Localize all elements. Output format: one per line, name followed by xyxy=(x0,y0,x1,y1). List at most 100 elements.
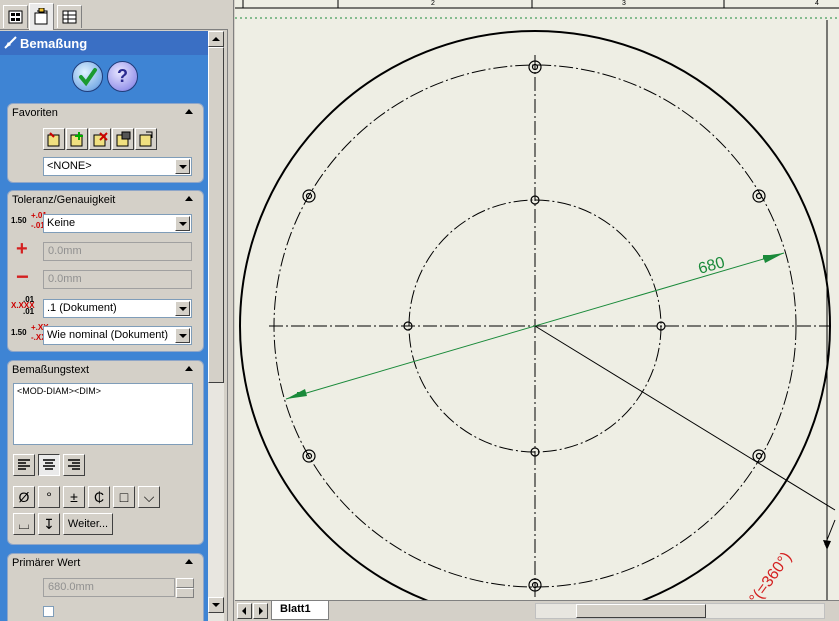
angle-dimension[interactable]: °(=360°) xyxy=(746,519,836,600)
collapse-arrow-icon[interactable] xyxy=(185,109,193,114)
chevron-down-icon[interactable] xyxy=(175,216,190,231)
minus-icon: − xyxy=(16,264,29,289)
align-right-button[interactable] xyxy=(63,454,85,476)
horizontal-scrollbar[interactable] xyxy=(535,603,825,619)
align-center-icon xyxy=(43,459,55,470)
align-left-button[interactable] xyxy=(13,454,35,476)
primaer-title: Primärer Wert xyxy=(12,557,81,569)
favoriten-group: Favoriten <NONE> xyxy=(7,103,204,183)
configuration-manager-icon xyxy=(62,10,77,24)
delete-favorite-icon xyxy=(93,132,108,147)
tolerance-type-select[interactable]: Keine xyxy=(43,214,192,233)
dimension-value[interactable]: 680 xyxy=(696,254,726,278)
chevron-down-icon[interactable] xyxy=(175,159,190,174)
collapse-arrow-icon[interactable] xyxy=(185,559,193,564)
spin-down-button[interactable] xyxy=(176,588,194,598)
minus-tolerance-input[interactable]: 0.0mm xyxy=(43,270,192,289)
diameter-symbol: Ø xyxy=(18,489,30,505)
spin-up-button[interactable] xyxy=(176,578,194,588)
pm-scrollbar[interactable] xyxy=(208,31,224,621)
favorite-select[interactable]: <NONE> xyxy=(43,157,192,176)
centerline-symbol: ₵ xyxy=(93,489,105,505)
apply-default-button[interactable] xyxy=(43,128,65,150)
bemassungstext-header[interactable]: Bemaßungstext xyxy=(8,361,203,379)
counterbore-symbol-button[interactable]: ⌴ xyxy=(13,513,35,535)
counterbore-symbol: ⌴ xyxy=(18,515,30,532)
dimension-text-area[interactable]: <MOD-DIAM><DIM> xyxy=(13,383,193,445)
depth-symbol-button[interactable]: ↧ xyxy=(38,513,60,535)
plus-tolerance-input[interactable]: 0.0mm xyxy=(43,242,192,261)
tolerance-type-icon: 1.50 +.01 -.01 xyxy=(11,212,47,230)
sheet-tab[interactable]: Blatt1 xyxy=(271,601,329,620)
apply-default-icon xyxy=(47,132,60,147)
save-favorite-button[interactable] xyxy=(112,128,134,150)
more-symbols-label: Weiter... xyxy=(67,518,109,530)
tolerance-type-value: Keine xyxy=(47,217,76,229)
tab-property-manager[interactable] xyxy=(29,3,54,30)
centerline-symbol-button[interactable]: ₵ xyxy=(88,486,110,508)
chevron-left-icon xyxy=(242,607,246,615)
degree-symbol: ° xyxy=(46,489,52,505)
left-panel: Bemaßung ? Favoriten <NONE> Toleranz/Gen… xyxy=(0,0,228,621)
precision-select[interactable]: .1 (Dokument) xyxy=(43,299,192,318)
favoriten-header[interactable]: Favoriten xyxy=(8,104,203,122)
plusminus-symbol-button[interactable]: ± xyxy=(63,486,85,508)
load-favorite-button[interactable] xyxy=(135,128,157,150)
chevron-down-icon xyxy=(212,603,220,607)
add-favorite-icon xyxy=(70,132,83,147)
sheet-tab-bar: Blatt1 xyxy=(235,600,839,621)
help-button[interactable]: ? xyxy=(107,61,138,92)
collapse-arrow-icon[interactable] xyxy=(185,366,193,371)
dimension-icon xyxy=(4,36,17,52)
toleranz-header[interactable]: Toleranz/Genauigkeit xyxy=(8,191,203,209)
collapse-arrow-icon[interactable] xyxy=(185,196,193,201)
solidworks-window: Bemaßung ? Favoriten <NONE> Toleranz/Gen… xyxy=(0,0,839,621)
favoriten-title: Favoriten xyxy=(12,107,58,119)
ruler-tick: 3 xyxy=(622,0,626,7)
primary-value-input[interactable]: 680.0mm xyxy=(43,578,175,597)
tab-configuration-manager[interactable] xyxy=(57,5,82,28)
countersink-symbol: ⌵ xyxy=(143,488,155,505)
align-center-button[interactable] xyxy=(38,454,60,476)
square-symbol: □ xyxy=(119,489,129,505)
manager-tabs xyxy=(0,0,228,30)
tol-precision-select[interactable]: Wie nominal (Dokument) xyxy=(43,326,192,345)
chevron-down-icon[interactable] xyxy=(175,301,190,316)
tab-feature-tree[interactable] xyxy=(3,5,28,28)
angle-value[interactable]: °(=360°) xyxy=(746,549,795,600)
ruler-tick: 4 xyxy=(815,0,819,7)
bemassungstext-title: Bemaßungstext xyxy=(12,364,90,376)
scroll-thumb[interactable] xyxy=(208,47,224,383)
plus-icon: + xyxy=(16,238,28,260)
degree-symbol-button[interactable]: ° xyxy=(38,486,60,508)
more-symbols-button[interactable]: Weiter... xyxy=(63,513,113,535)
horizontal-scroll-thumb[interactable] xyxy=(576,604,706,618)
add-favorite-button[interactable] xyxy=(66,128,88,150)
toleranz-group: Toleranz/Genauigkeit 1.50 +.01 -.01 Kein… xyxy=(7,190,204,352)
scroll-up-button[interactable] xyxy=(208,31,224,47)
diameter-symbol-button[interactable]: Ø xyxy=(13,486,35,508)
chevron-down-icon[interactable] xyxy=(175,328,190,343)
chevron-up-icon xyxy=(212,37,220,41)
drawing-sheet[interactable]: 2 3 4 680 °(=360°) xyxy=(235,0,839,600)
precision-icon-sup: .01 xyxy=(23,295,35,304)
precision-icon: X.XXX .01 .01 xyxy=(11,296,35,316)
scroll-down-button[interactable] xyxy=(208,597,224,613)
bemassungstext-group: Bemaßungstext <MOD-DIAM><DIM> Ø ° ± ₵ □ … xyxy=(7,360,204,545)
checkbox[interactable] xyxy=(43,606,54,617)
primaer-header[interactable]: Primärer Wert xyxy=(8,554,203,572)
primary-value: 680.0mm xyxy=(48,581,94,593)
align-left-icon xyxy=(18,459,30,470)
next-sheet-button[interactable] xyxy=(253,603,268,619)
delete-favorite-button[interactable] xyxy=(89,128,111,150)
ok-button[interactable] xyxy=(72,61,103,92)
countersink-symbol-button[interactable]: ⌵ xyxy=(138,486,160,508)
checkmark-icon xyxy=(78,67,97,86)
square-symbol-button[interactable]: □ xyxy=(113,486,135,508)
panel-splitter[interactable] xyxy=(228,0,234,621)
prev-sheet-button[interactable] xyxy=(237,603,252,619)
pm-body: ? Favoriten <NONE> Toleranz/Genauigkeit … xyxy=(0,55,208,621)
plus-tolerance-value: 0.0mm xyxy=(48,245,82,257)
dimension-text-value: <MOD-DIAM><DIM> xyxy=(17,386,102,396)
chevron-right-icon xyxy=(259,607,263,615)
